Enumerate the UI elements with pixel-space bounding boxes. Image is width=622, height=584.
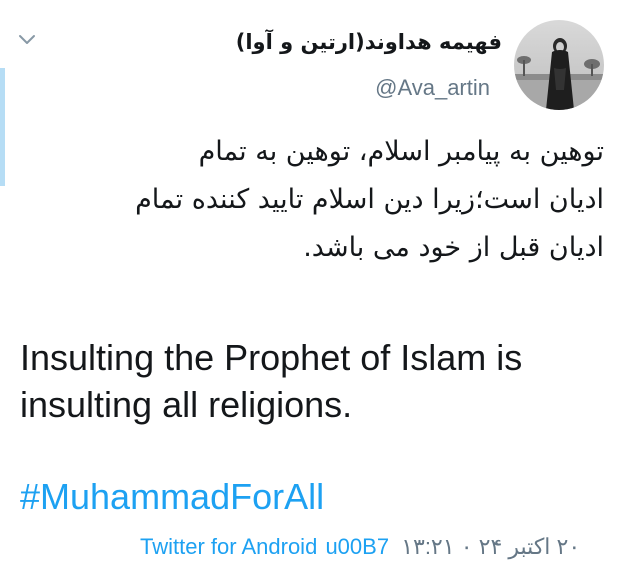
- tweet-text-line: توهین به پیامبر اسلام، توهین به تمام: [198, 136, 604, 167]
- thread-accent-bar: [0, 68, 5, 186]
- tweet-text-english: Insulting the Prophet of Islam is insult…: [20, 334, 522, 428]
- tweet-text-persian: توهین به پیامبر اسلام، توهین به تمام ادی…: [14, 128, 604, 272]
- tweet-text-line: Insulting the Prophet of Islam is: [20, 337, 523, 378]
- tweet-meta: Twitter for Android u00B7 ۲۰ اکتبر ۲۴ ۰ …: [140, 534, 580, 560]
- user-avatar-photo: [514, 20, 604, 110]
- user-handle[interactable]: @Ava_artin: [375, 75, 490, 101]
- tweet-text-line: insulting all religions.: [20, 384, 353, 425]
- tweet-card: فهیمه هداوند(ارتین و آوا) @Ava_artin توه…: [0, 0, 622, 584]
- tweet-text-line: ادیان است؛زیرا دین اسلام تایید کننده تما…: [135, 184, 604, 215]
- display-name[interactable]: فهیمه هداوند(ارتین و آوا): [236, 30, 502, 54]
- avatar[interactable]: [514, 20, 604, 110]
- chevron-down-icon[interactable]: [18, 34, 36, 46]
- hashtag-link[interactable]: #MuhammadForAll: [20, 476, 324, 518]
- tweet-source-link[interactable]: Twitter for Android: [140, 534, 317, 559]
- meta-separator: u00B7: [325, 534, 390, 559]
- tweet-text-line: ادیان قبل از خود می باشد.: [303, 232, 604, 263]
- tweet-timestamp[interactable]: ۲۰ اکتبر ۲۴ ۰ ۱۳:۲۱: [401, 534, 580, 559]
